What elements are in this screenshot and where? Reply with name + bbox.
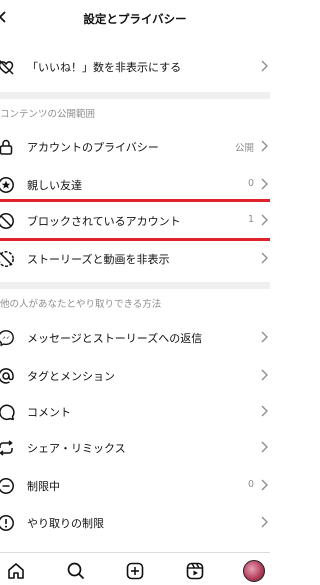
- row-share-remix[interactable]: シェア・リミックス: [0, 429, 270, 467]
- row-blocked-accounts[interactable]: ブロックされているアカウント 1: [0, 202, 270, 240]
- section-divider: [0, 92, 270, 99]
- chevron-right-icon: [261, 369, 268, 381]
- lock-icon: [0, 139, 13, 155]
- messenger-icon: [0, 330, 14, 347]
- reels-icon[interactable]: [185, 561, 205, 581]
- profile-avatar[interactable]: [243, 560, 265, 582]
- chevron-right-icon: [261, 252, 268, 264]
- row-label: やり取りの制限: [27, 517, 104, 530]
- comment-icon: [0, 404, 15, 421]
- chevron-right-icon: [261, 60, 268, 72]
- row-value: 公開: [234, 143, 254, 154]
- row-hide-likes[interactable]: 「いいね！」数を非表示にする: [0, 48, 270, 86]
- row-label: アカウントのプライバシー: [27, 141, 159, 154]
- row-label: 制限中: [27, 480, 60, 493]
- repost-icon: [0, 440, 13, 456]
- hide-icon: [0, 251, 14, 267]
- at-icon: [0, 368, 14, 384]
- bottom-tab-bar: [0, 552, 270, 585]
- row-label: 親しい友達: [27, 179, 82, 192]
- row-comments[interactable]: コメント: [0, 393, 270, 431]
- block-icon: [0, 213, 14, 229]
- row-label: ストーリーズと動画を非表示: [27, 253, 170, 266]
- chevron-right-icon: [261, 441, 268, 453]
- row-label: シェア・リミックス: [27, 442, 126, 455]
- row-label: コメント: [27, 406, 71, 419]
- create-icon[interactable]: [125, 561, 145, 581]
- chevron-right-icon: [261, 140, 268, 152]
- row-label: タグとメンション: [27, 370, 115, 383]
- row-account-privacy[interactable]: アカウントのプライバシー 公開: [0, 128, 270, 166]
- search-icon[interactable]: [66, 561, 86, 581]
- row-label: 「いいね！」数を非表示にする: [27, 61, 182, 74]
- row-limit-interactions[interactable]: やり取りの制限: [0, 504, 270, 542]
- star-icon: [0, 177, 14, 193]
- row-restricted[interactable]: 制限中 0: [0, 467, 270, 505]
- row-messages[interactable]: メッセージとストーリーズへの返信: [0, 319, 270, 357]
- row-value: 0: [247, 178, 254, 189]
- restrict-icon: [0, 478, 14, 494]
- page-title: 設定とプライバシー: [83, 12, 187, 26]
- home-icon[interactable]: [6, 561, 26, 581]
- section-title-content-visibility: コンテンツの公開範囲: [0, 109, 96, 120]
- header: 設定とプライバシー: [0, 0, 270, 40]
- section-title-interactions: 他の人があなたとやり取りできる方法: [0, 299, 162, 310]
- chevron-right-icon: [261, 516, 268, 528]
- chevron-right-icon: [261, 331, 268, 343]
- chevron-right-icon: [261, 214, 268, 226]
- row-label: ブロックされているアカウント: [27, 215, 181, 228]
- row-value: 0: [247, 479, 254, 490]
- limit-icon: [0, 515, 14, 531]
- heart-off-icon: [0, 59, 14, 75]
- chevron-right-icon: [261, 178, 268, 190]
- row-tags-mentions[interactable]: タグとメンション: [0, 357, 270, 395]
- row-hide-story[interactable]: ストーリーズと動画を非表示: [0, 240, 270, 278]
- chevron-right-icon: [261, 479, 268, 491]
- row-value: 1: [247, 214, 254, 225]
- chevron-right-icon: [261, 405, 268, 417]
- section-divider: [0, 282, 270, 289]
- row-label: メッセージとストーリーズへの返信: [27, 332, 203, 345]
